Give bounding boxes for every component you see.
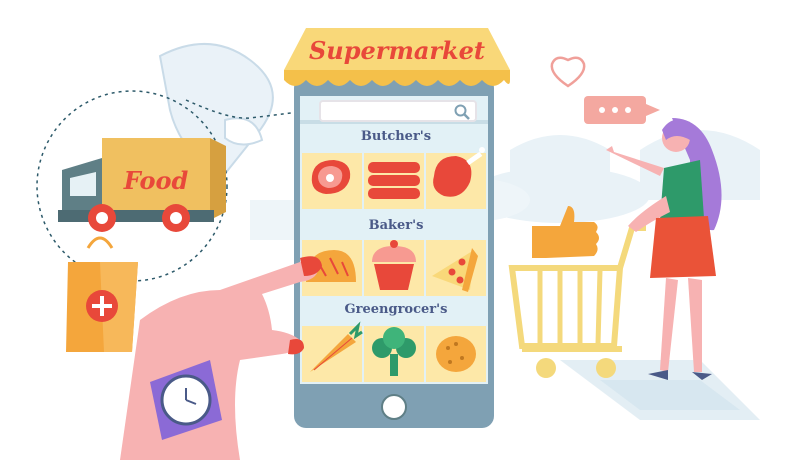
section-title-baker: Baker's xyxy=(368,218,424,233)
truck-label: Food xyxy=(123,166,189,195)
section-title-butcher: Butcher's xyxy=(360,129,432,144)
product-tile-cupcake[interactable] xyxy=(364,240,424,296)
product-tile-sausages[interactable] xyxy=(364,153,424,209)
product-tile-chicken-leg[interactable] xyxy=(426,153,486,209)
product-tile-steak[interactable] xyxy=(302,153,362,209)
product-tile-potato[interactable] xyxy=(426,326,486,382)
heart-outline-icon xyxy=(550,56,586,88)
search-icon[interactable] xyxy=(453,103,471,121)
section-title-greengrocer: Greengrocer's xyxy=(344,302,448,317)
home-button[interactable] xyxy=(382,395,406,419)
pointing-hand xyxy=(120,256,322,460)
search-input[interactable] xyxy=(321,104,457,123)
shopping-bag-icon xyxy=(66,236,138,352)
product-tile-pizza[interactable] xyxy=(426,240,486,296)
speech-bubble-icon xyxy=(584,96,660,124)
product-tile-broccoli[interactable] xyxy=(364,326,424,382)
product-tile-bread[interactable] xyxy=(302,240,362,296)
search-bar[interactable] xyxy=(319,100,477,123)
store-title: Supermarket xyxy=(308,36,486,65)
product-tile-carrot[interactable] xyxy=(302,326,362,382)
